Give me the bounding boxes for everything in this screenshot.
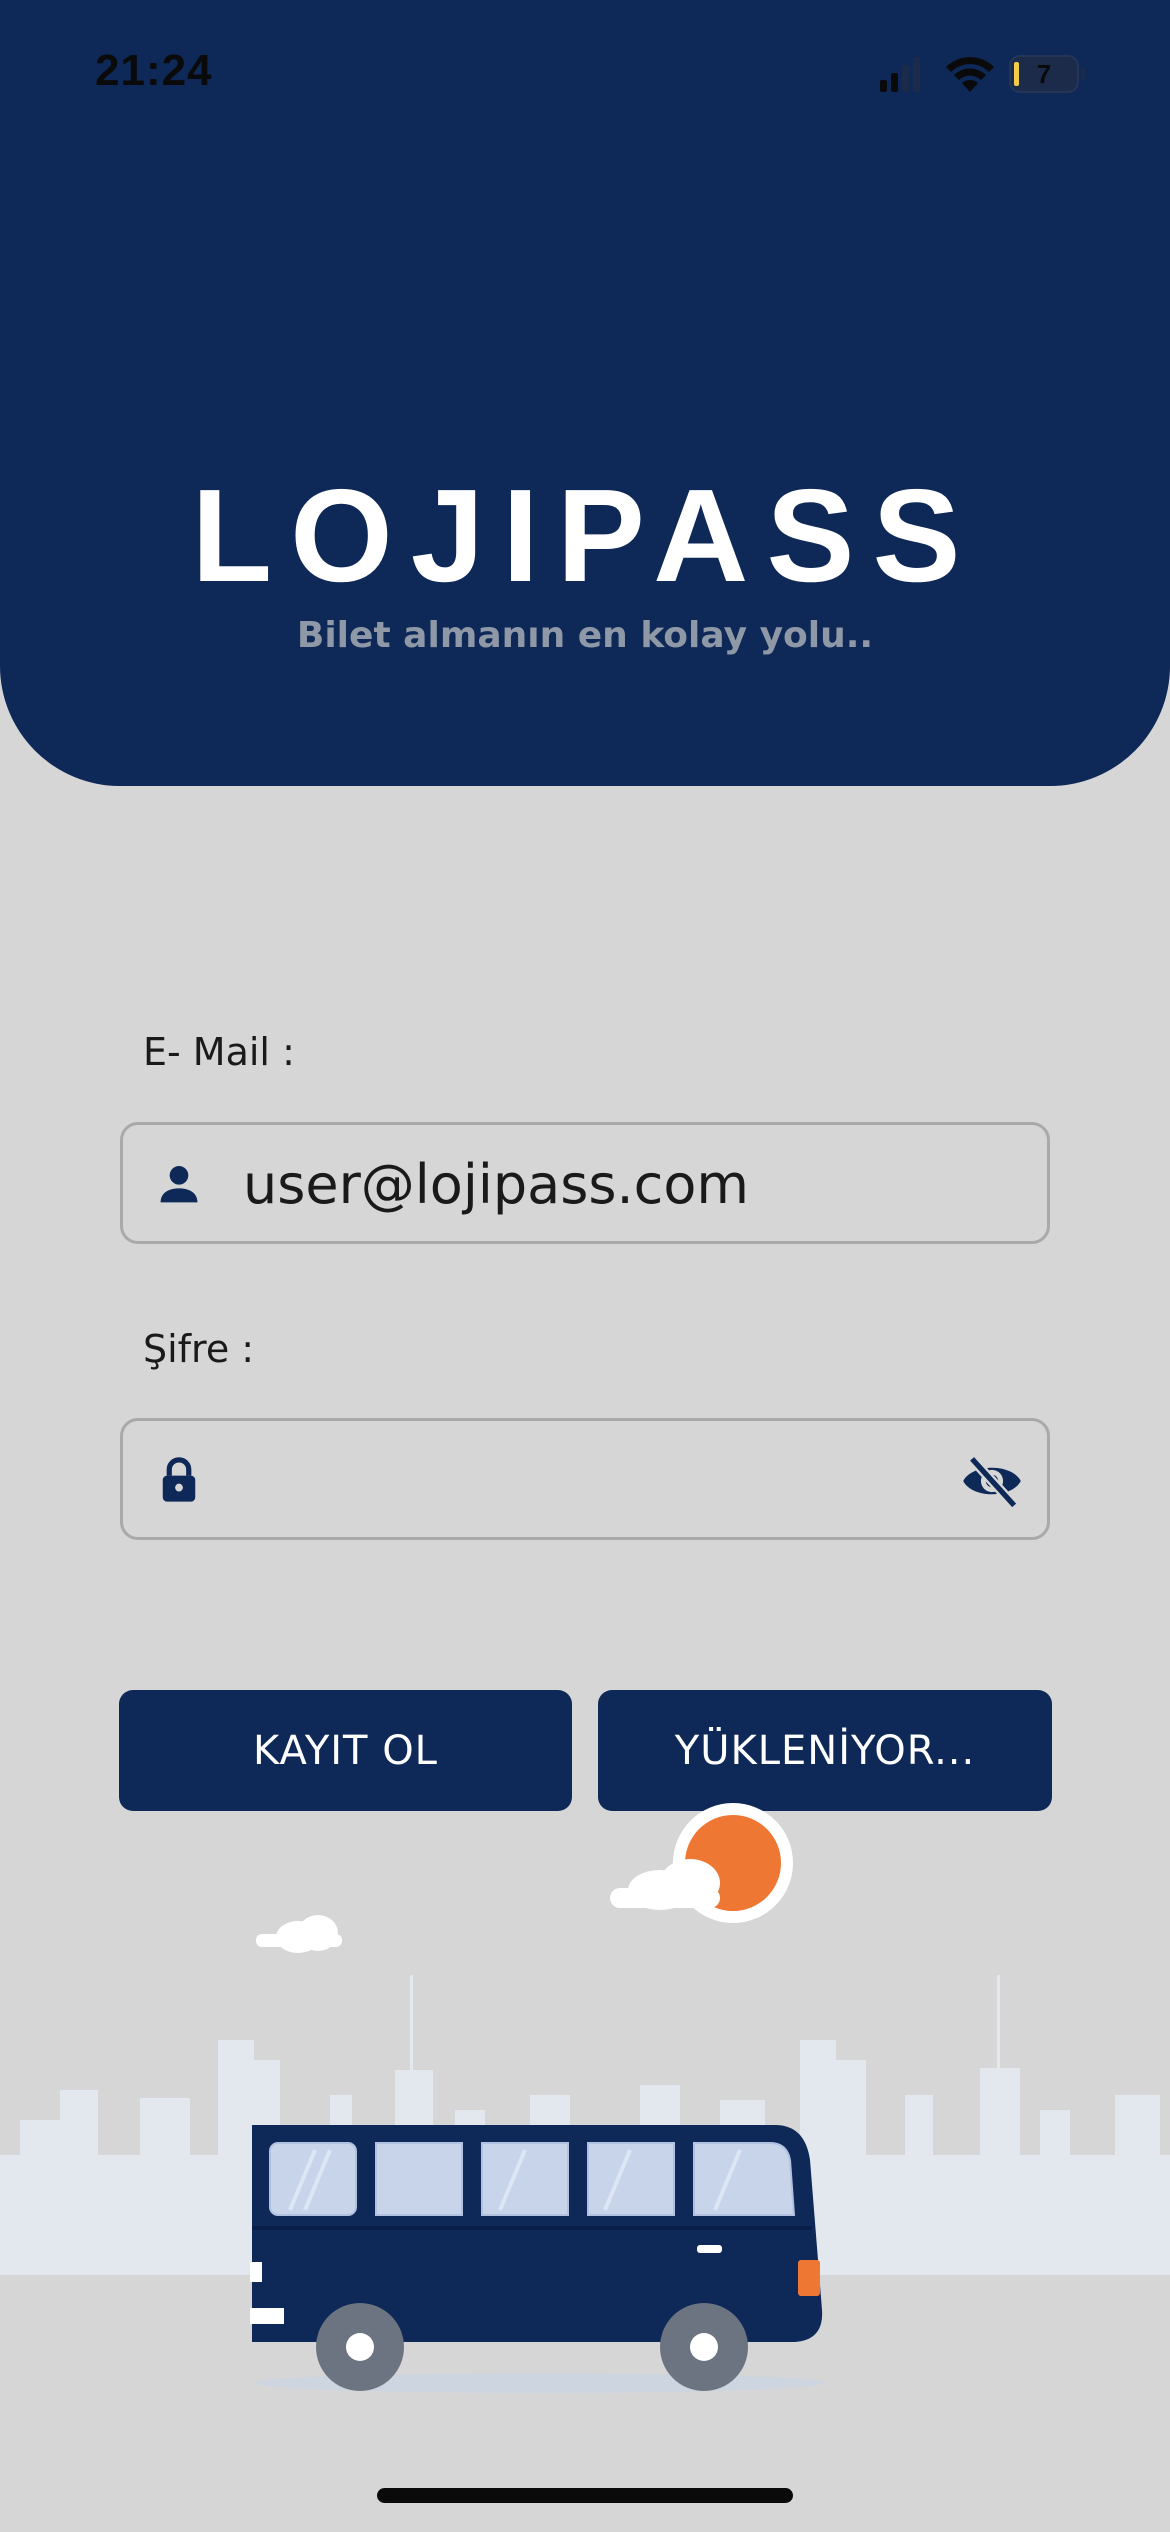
cellular-signal-icon (880, 57, 920, 92)
email-field[interactable]: user@lojipass.com (120, 1122, 1050, 1244)
cloud-icon (256, 1859, 720, 1953)
visibility-off-icon[interactable] (961, 1452, 1023, 1510)
battery-level: 7 (1037, 59, 1051, 89)
home-indicator[interactable] (377, 2488, 793, 2503)
battery-icon: 7 (1009, 55, 1085, 93)
bus-city-illustration (0, 1803, 1170, 2393)
status-time: 21:24 (95, 46, 213, 95)
email-label: E- Mail : (143, 1030, 295, 1074)
user-icon (160, 1166, 198, 1203)
password-label: Şifre : (143, 1327, 255, 1371)
wifi-icon (946, 57, 994, 92)
app-logo-title: LOJIPASS (191, 462, 979, 609)
status-icons: 7 (880, 55, 1085, 93)
header-banner: 21:24 7 LOJIPASS Bilet almanın en kolay … (0, 0, 1170, 786)
email-input[interactable]: user@lojipass.com (243, 1153, 749, 1216)
app-tagline: Bilet almanın en kolay yolu.. (296, 615, 874, 656)
password-field[interactable] (120, 1418, 1050, 1540)
bus-icon (250, 2125, 825, 2393)
lock-icon (162, 1457, 196, 1502)
